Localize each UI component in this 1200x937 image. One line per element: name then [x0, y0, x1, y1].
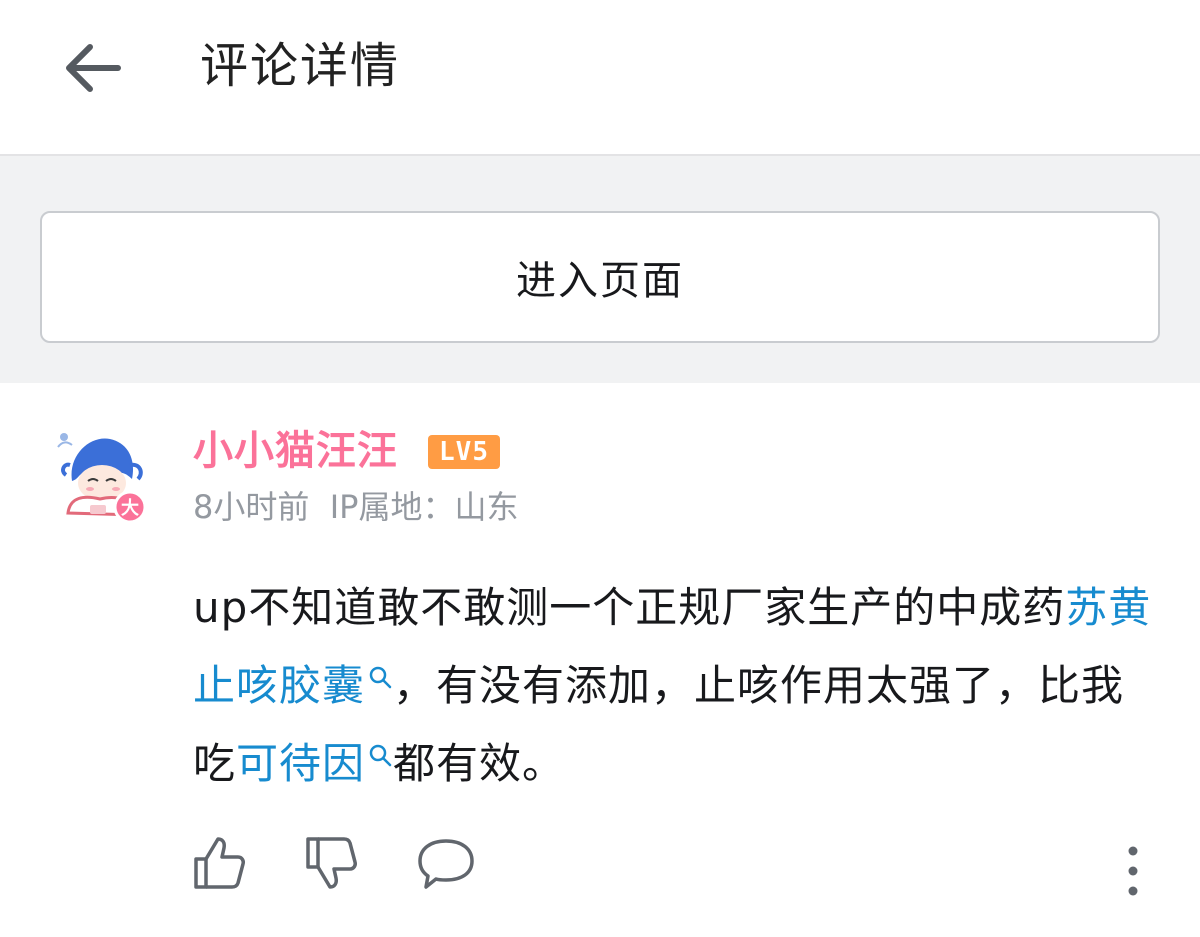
level-badge: LV5 — [428, 435, 500, 469]
page-title: 评论详情 — [200, 38, 401, 94]
comment-time: 8小时前 — [193, 488, 310, 526]
comment-item: 大 小小猫汪汪 LV5 8小时前 IP属地：山东 up不知道敢不敢测一个正规厂家… — [0, 383, 1200, 937]
search-icon — [369, 666, 392, 689]
enter-page-button[interactable]: 进入页面 — [40, 211, 1160, 343]
avatar-badge-text: 大 — [121, 497, 139, 519]
thumbs-down-icon — [306, 837, 357, 889]
back-button[interactable] — [56, 30, 132, 106]
arrow-left-icon — [66, 44, 121, 92]
search-link-codeine-label: 可待因 — [236, 739, 366, 788]
like-button[interactable] — [190, 833, 250, 893]
avatar[interactable]: 大 — [50, 425, 150, 525]
comment-meta: 8小时前 IP属地：山东 — [193, 487, 518, 527]
reply-button[interactable] — [414, 833, 478, 893]
ip-location: IP属地：山东 — [329, 488, 519, 526]
content-text-1: up不知道敢不敢测一个正规厂家生产的中成药 — [193, 583, 1066, 632]
enter-page-band: 进入页面 — [0, 156, 1200, 383]
chat-bubble-icon — [418, 839, 474, 889]
username[interactable]: 小小猫汪汪 — [193, 423, 398, 479]
more-options-button[interactable] — [1118, 841, 1148, 905]
comment-detail-page: 评论详情 进入页面 大 小小猫汪汪 LV5 8小时前 IP属地：山东 up不知道… — [0, 0, 1200, 937]
search-link-codeine[interactable]: 可待因 — [236, 739, 393, 788]
more-vertical-icon — [1128, 846, 1138, 896]
search-icon — [369, 744, 392, 767]
content-text-3: 都有效。 — [393, 739, 566, 788]
thumbs-up-icon — [194, 837, 245, 889]
comment-content: up不知道敢不敢测一个正规厂家生产的中成药苏黄止咳胶囊 ，有没有添加，止咳作用太强… — [193, 569, 1163, 803]
top-bar: 评论详情 — [0, 0, 1200, 156]
dislike-button[interactable] — [302, 833, 362, 893]
comment-actions — [0, 833, 1200, 903]
